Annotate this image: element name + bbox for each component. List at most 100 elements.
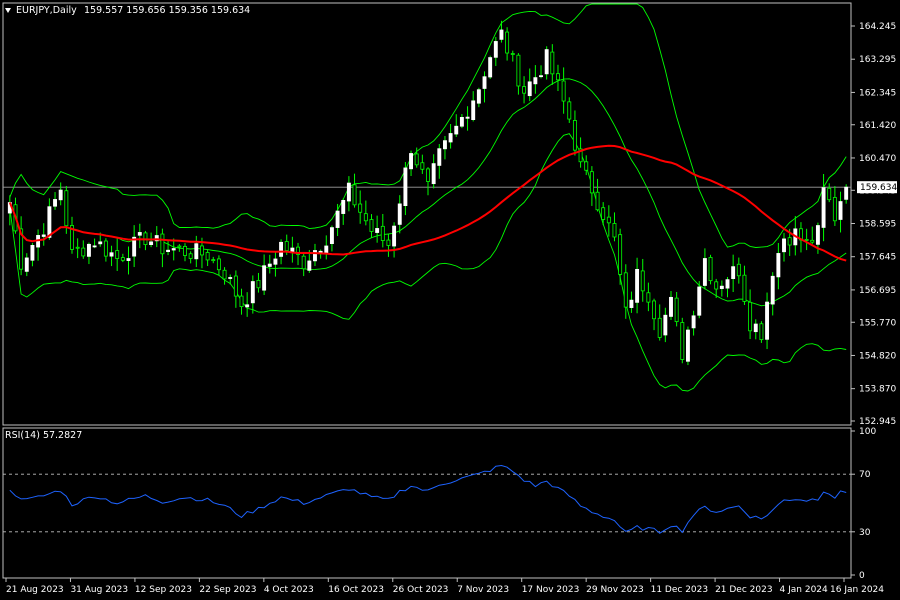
candle[interactable] xyxy=(397,195,402,234)
candle[interactable] xyxy=(409,150,414,177)
candle[interactable] xyxy=(188,251,193,264)
candle[interactable] xyxy=(471,91,476,122)
candle[interactable] xyxy=(533,65,538,94)
candle[interactable] xyxy=(493,36,498,66)
candle[interactable] xyxy=(120,253,125,263)
candle[interactable] xyxy=(143,230,148,251)
candle[interactable] xyxy=(753,319,758,340)
candle[interactable] xyxy=(160,228,165,268)
candle[interactable] xyxy=(70,216,74,254)
candle[interactable] xyxy=(403,161,408,216)
candle[interactable] xyxy=(256,272,261,293)
candle[interactable] xyxy=(522,76,527,104)
candle[interactable] xyxy=(358,190,363,224)
candle[interactable] xyxy=(211,256,216,264)
candle[interactable] xyxy=(804,228,809,251)
candle[interactable] xyxy=(375,215,380,243)
triangle-down-icon[interactable] xyxy=(5,8,11,13)
candle[interactable] xyxy=(623,264,628,319)
candle[interactable] xyxy=(482,71,487,103)
candle[interactable] xyxy=(58,182,63,206)
candle[interactable] xyxy=(392,222,397,258)
price-chart[interactable]: 164.245 163.295 162.345 161.420 160.470 159.5… xyxy=(0,0,900,600)
candle[interactable] xyxy=(669,290,673,320)
candle[interactable] xyxy=(75,238,80,259)
candle[interactable] xyxy=(844,184,849,204)
candle[interactable] xyxy=(36,229,41,261)
candle[interactable] xyxy=(685,326,690,366)
candle[interactable] xyxy=(697,281,702,319)
candle[interactable] xyxy=(205,249,210,266)
candle[interactable] xyxy=(194,235,199,268)
candle[interactable] xyxy=(239,288,244,315)
candle[interactable] xyxy=(103,238,108,262)
candle[interactable] xyxy=(799,222,803,253)
candle[interactable] xyxy=(19,216,24,276)
candle[interactable] xyxy=(561,67,566,114)
candle[interactable] xyxy=(646,282,651,312)
candle[interactable] xyxy=(539,65,543,79)
candle[interactable] xyxy=(725,276,730,298)
candle[interactable] xyxy=(233,270,238,308)
candle[interactable] xyxy=(301,253,306,277)
candle[interactable] xyxy=(369,214,374,238)
candle[interactable] xyxy=(92,238,97,249)
candle[interactable] xyxy=(827,183,832,203)
candle[interactable] xyxy=(488,55,493,80)
candle[interactable] xyxy=(7,195,12,226)
candle[interactable] xyxy=(708,254,713,285)
candle[interactable] xyxy=(437,144,442,179)
candle[interactable] xyxy=(380,213,385,248)
candle[interactable] xyxy=(442,135,447,160)
candle[interactable] xyxy=(53,192,57,210)
candle[interactable] xyxy=(386,233,391,257)
candle[interactable] xyxy=(731,254,736,293)
candle[interactable] xyxy=(782,232,786,262)
candle[interactable] xyxy=(346,176,351,212)
candle[interactable] xyxy=(352,173,357,208)
candle[interactable] xyxy=(567,97,572,123)
candle[interactable] xyxy=(245,292,250,317)
candle[interactable] xyxy=(171,238,176,261)
candle[interactable] xyxy=(81,240,86,259)
candle[interactable] xyxy=(550,44,555,85)
candle[interactable] xyxy=(137,223,142,249)
candle[interactable] xyxy=(222,267,227,285)
candle[interactable] xyxy=(612,212,617,242)
candle[interactable] xyxy=(448,124,453,149)
candle[interactable] xyxy=(702,248,707,290)
candle[interactable] xyxy=(30,243,35,267)
candle[interactable] xyxy=(635,257,640,314)
candle[interactable] xyxy=(556,64,560,92)
candle[interactable] xyxy=(770,272,775,316)
candle[interactable] xyxy=(810,226,815,244)
candle[interactable] xyxy=(41,223,46,246)
candle[interactable] xyxy=(262,254,267,295)
candle[interactable] xyxy=(606,205,611,237)
candlesticks[interactable] xyxy=(7,20,849,366)
candle[interactable] xyxy=(154,226,159,248)
candle[interactable] xyxy=(680,317,685,364)
candle[interactable] xyxy=(674,291,679,327)
candle[interactable] xyxy=(759,321,764,343)
candle[interactable] xyxy=(765,292,770,350)
candle[interactable] xyxy=(663,307,668,343)
candle[interactable] xyxy=(516,53,521,95)
candle[interactable] xyxy=(216,255,221,276)
candle[interactable] xyxy=(465,106,470,131)
candle[interactable] xyxy=(459,114,464,129)
candle[interactable] xyxy=(109,245,114,267)
candle[interactable] xyxy=(296,242,300,266)
candle[interactable] xyxy=(290,236,295,263)
candle[interactable] xyxy=(510,50,515,62)
candle[interactable] xyxy=(821,173,826,242)
candle[interactable] xyxy=(578,137,583,168)
candle[interactable] xyxy=(115,237,120,271)
candle[interactable] xyxy=(267,254,272,274)
candle[interactable] xyxy=(24,253,29,277)
candle[interactable] xyxy=(420,154,425,174)
candle[interactable] xyxy=(618,228,623,285)
candle[interactable] xyxy=(329,225,334,252)
candle[interactable] xyxy=(640,258,645,302)
candle[interactable] xyxy=(183,243,187,262)
